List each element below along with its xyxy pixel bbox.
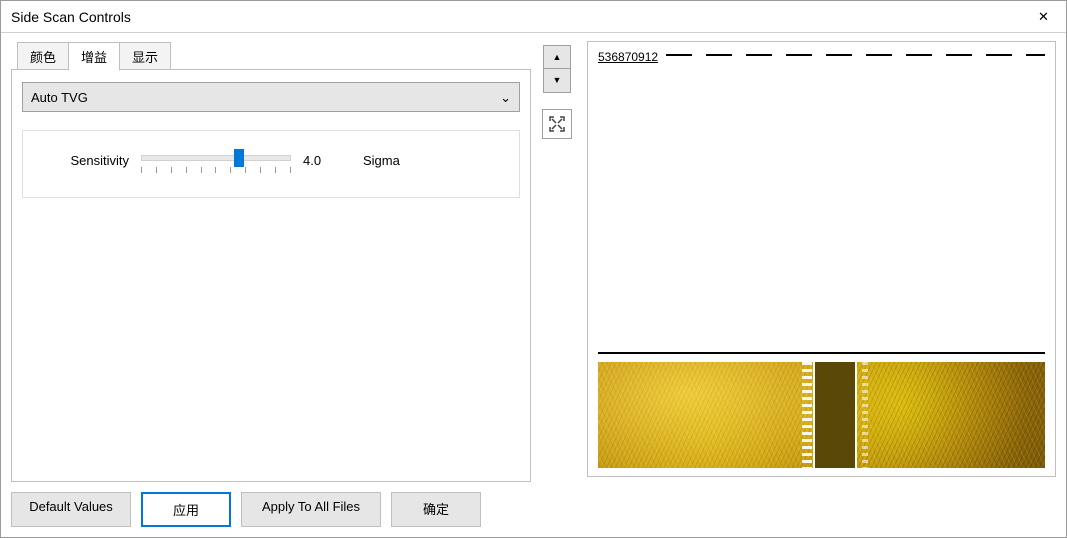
- ok-button[interactable]: 确定: [391, 492, 481, 527]
- sensitivity-label: Sensitivity: [39, 153, 129, 168]
- scale-ruler: [666, 54, 1045, 56]
- slider-rail: [141, 155, 291, 161]
- sensitivity-slider[interactable]: [141, 145, 291, 175]
- tabs: 颜色 增益 显示: [11, 41, 531, 70]
- window-title: Side Scan Controls: [11, 9, 1021, 25]
- expand-button[interactable]: [542, 109, 572, 139]
- expand-icon: [548, 115, 566, 133]
- scale-value: 536870912: [598, 50, 658, 64]
- side-scan-controls-dialog: Side Scan Controls ✕ 颜色 增益 显示 Auto TVG ⌄…: [0, 0, 1067, 538]
- titlebar: Side Scan Controls ✕: [1, 1, 1066, 33]
- dialog-body: 颜色 增益 显示 Auto TVG ⌄ Sensitivity: [1, 33, 1066, 537]
- tab-color[interactable]: 颜色: [17, 42, 69, 71]
- updown-stepper: ▲ ▼: [543, 45, 571, 93]
- step-down-button[interactable]: ▼: [543, 69, 571, 93]
- arrow-down-icon: ▼: [553, 76, 562, 85]
- default-values-button[interactable]: Default Values: [11, 492, 131, 527]
- nadir-edge-left: [802, 362, 812, 468]
- sensitivity-group: Sensitivity 4.0 Sigma: [22, 130, 520, 198]
- step-up-button[interactable]: ▲: [543, 45, 571, 69]
- tab-display[interactable]: 显示: [119, 42, 171, 71]
- close-icon: ✕: [1038, 9, 1049, 25]
- close-button[interactable]: ✕: [1021, 1, 1066, 33]
- nadir-edge-right: [862, 362, 868, 468]
- preview-divider: [598, 352, 1045, 354]
- slider-thumb[interactable]: [234, 149, 244, 167]
- sensitivity-value: 4.0: [303, 153, 333, 168]
- sensitivity-unit: Sigma: [363, 153, 400, 168]
- arrow-up-icon: ▲: [553, 53, 562, 62]
- nadir-fill: [815, 362, 855, 468]
- tvg-mode-selected: Auto TVG: [31, 90, 88, 105]
- preview-scale-area: 536870912: [598, 50, 1045, 238]
- apply-button[interactable]: 应用: [141, 492, 231, 527]
- nadir-track: [813, 362, 857, 468]
- preview-spacer: [598, 238, 1045, 344]
- sonar-waterfall-image: [598, 362, 1045, 468]
- preview-controls-column: ▲ ▼: [537, 41, 577, 527]
- chevron-down-icon: ⌄: [500, 91, 511, 104]
- slider-ticks: [141, 167, 291, 175]
- preview-column: 536870912: [587, 41, 1056, 527]
- nadir-line-right: [855, 362, 857, 468]
- preview-pane: 536870912: [587, 41, 1056, 477]
- tab-gain[interactable]: 增益: [68, 42, 120, 71]
- tvg-mode-dropdown[interactable]: Auto TVG ⌄: [22, 82, 520, 112]
- apply-all-button[interactable]: Apply To All Files: [241, 492, 381, 527]
- gain-panel: Auto TVG ⌄ Sensitivity 4.0 Sigma: [11, 69, 531, 482]
- button-row: Default Values 应用 Apply To All Files 确定: [11, 492, 531, 527]
- controls-column: 颜色 增益 显示 Auto TVG ⌄ Sensitivity: [11, 41, 531, 527]
